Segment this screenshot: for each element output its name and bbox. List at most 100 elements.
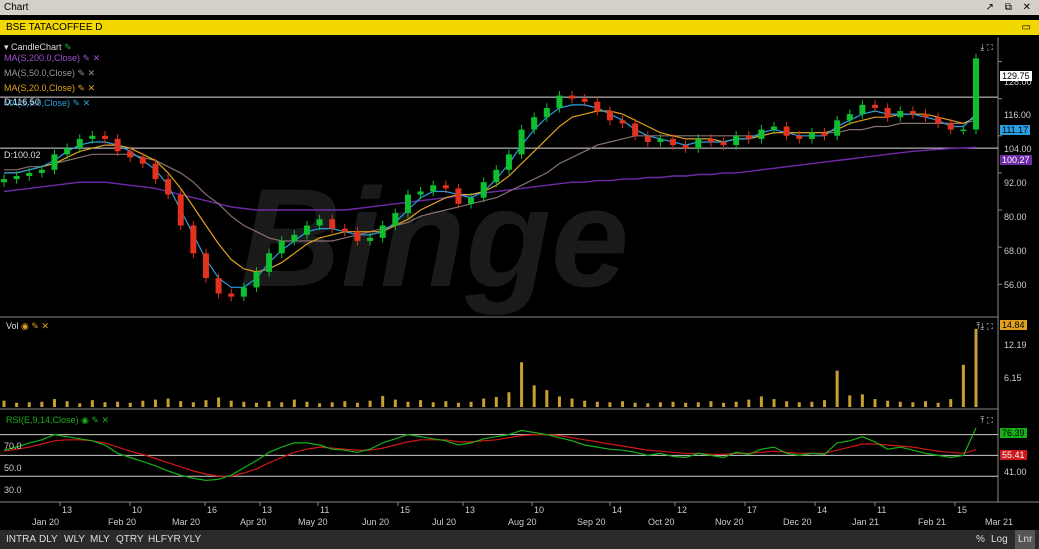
- close-icon[interactable]: ✕: [1023, 2, 1035, 13]
- candle-body: [266, 253, 273, 272]
- candle-body: [821, 132, 828, 136]
- legend-candle[interactable]: ▾ CandleChart ✎: [4, 42, 72, 53]
- log-toggle[interactable]: Log: [991, 530, 1008, 549]
- restore-icon[interactable]: ⧉: [1005, 2, 1016, 13]
- legend-ma20[interactable]: MA(S,20.0,Close) ✎ ✕: [4, 83, 95, 94]
- candle-body: [190, 225, 197, 254]
- timeframe-yly[interactable]: YLY: [183, 530, 201, 549]
- legend-rsi[interactable]: RSI(E,9,14,Close) ◉ ✎ ✕: [6, 415, 109, 426]
- candle-body: [808, 132, 815, 139]
- pencil-icon[interactable]: ✎: [83, 53, 91, 63]
- symbol-title: BSE TATACOFFEE D: [6, 22, 103, 33]
- x-day-label: 10: [132, 505, 142, 515]
- close-icon[interactable]: ✕: [41, 321, 49, 331]
- candle-body: [51, 154, 58, 170]
- chart-svg[interactable]: 13 10 16 13 11 15 13 10 14 12 17 14 11 15 Jan 20 Feb 20…: [0, 37, 1039, 528]
- pencil-icon[interactable]: ✎: [78, 83, 86, 93]
- x-day-label: 17: [747, 505, 757, 515]
- volume-bar: [848, 395, 852, 407]
- x-day-label: 13: [262, 505, 272, 515]
- timeframe-qtry[interactable]: QTRY: [116, 530, 144, 549]
- eye-icon[interactable]: ◉: [81, 415, 89, 425]
- percent-toggle[interactable]: %: [976, 530, 985, 549]
- linear-toggle[interactable]: Lnr: [1015, 530, 1036, 549]
- expand-icon[interactable]: ⛶: [987, 42, 993, 52]
- legend-candle-label: CandleChart: [11, 42, 62, 52]
- candle-body: [127, 151, 134, 158]
- legend-ma50[interactable]: MA(S,50.0,Close) ✎ ✕: [4, 68, 95, 79]
- pencil-icon[interactable]: ✎: [91, 415, 99, 425]
- volume-bar: [355, 402, 359, 407]
- candle-body: [480, 182, 487, 198]
- volume-bar: [570, 398, 574, 407]
- x-month-label: Feb 20: [108, 517, 136, 527]
- rsi-line: [3, 427, 977, 482]
- ma200-line: [3, 146, 977, 211]
- x-month-label: Aug 20: [508, 517, 537, 527]
- x-day-label: 16: [207, 505, 217, 515]
- volume-bar: [166, 398, 170, 407]
- candle-body: [114, 138, 121, 152]
- volume-bar: [583, 400, 587, 407]
- candle-body: [922, 114, 929, 118]
- volume-bar: [532, 385, 536, 407]
- candle-body: [846, 114, 853, 121]
- timeframe-hlfyr[interactable]: HLFYR: [148, 530, 181, 549]
- candle-body: [619, 120, 626, 124]
- timeframe-mly[interactable]: MLY: [90, 530, 110, 549]
- legend-rsi-label: RSI(E,9,14,Close): [6, 415, 79, 425]
- timeframe-dly[interactable]: DLY: [39, 530, 58, 549]
- close-icon[interactable]: ✕: [88, 68, 96, 78]
- x-month-label: Mar 21: [985, 517, 1013, 527]
- maximize-icon[interactable]: ▭: [1022, 20, 1031, 35]
- volume-bar: [961, 364, 965, 407]
- rsi-last-tag: 76.39: [1000, 428, 1027, 438]
- pencil-icon[interactable]: ✎: [73, 98, 81, 108]
- candle-body: [152, 163, 159, 180]
- candle-body: [442, 185, 449, 189]
- timeframe-intra[interactable]: INTRA: [6, 530, 36, 549]
- close-icon[interactable]: ✕: [88, 83, 96, 93]
- close-icon[interactable]: ✕: [83, 98, 91, 108]
- close-icon[interactable]: ✕: [93, 53, 101, 63]
- candle-body: [291, 234, 298, 241]
- volume-bar: [608, 402, 612, 407]
- arrow-down-icon[interactable]: ⤓: [980, 321, 984, 331]
- x-month-label: Mar 20: [172, 517, 200, 527]
- legend-ma200[interactable]: MA(S,200.0,Close) ✎ ✕: [4, 53, 100, 64]
- price-tick: 56.00: [1004, 280, 1027, 290]
- expand-icon[interactable]: ⛶: [987, 321, 993, 331]
- chart-area[interactable]: Binge 13 10 16 13 11 15 13 10 14 12 17 14 11 15 Jan 20…: [0, 37, 1039, 528]
- x-day-label: 11: [320, 505, 329, 515]
- volume-bar: [860, 394, 864, 407]
- candle-body: [733, 135, 740, 146]
- candle-body: [13, 176, 20, 180]
- arrow-down-icon[interactable]: ⤓: [980, 42, 984, 52]
- x-day-label: 11: [877, 505, 886, 515]
- volume-bar: [141, 400, 145, 407]
- volume-bar: [2, 400, 6, 407]
- rsi-panel-icons: ⤒ ⛶: [980, 415, 993, 426]
- pencil-icon[interactable]: ✎: [31, 321, 39, 331]
- candle-body: [240, 287, 247, 297]
- pencil-icon[interactable]: ✎: [64, 42, 72, 52]
- legend-ma50-label: MA(S,50.0,Close): [4, 68, 76, 78]
- volume-bar: [27, 402, 31, 407]
- legend-vol[interactable]: Vol ◉ ✎ ✕: [6, 321, 49, 332]
- expand-icon[interactable]: ⛶: [987, 415, 993, 425]
- eye-icon[interactable]: ◉: [21, 321, 29, 331]
- candle-body: [960, 129, 967, 132]
- legend-vol-label: Vol: [6, 321, 19, 331]
- popout-icon[interactable]: ↗: [986, 2, 998, 13]
- close-icon[interactable]: ✕: [101, 415, 109, 425]
- candle-body: [834, 120, 841, 136]
- volume-bar: [507, 392, 511, 407]
- volume-bar: [318, 403, 322, 407]
- candle-body: [909, 111, 916, 115]
- timeframe-wly[interactable]: WLY: [64, 530, 85, 549]
- arrow-up-icon[interactable]: ⤒: [980, 415, 984, 425]
- x-month-label: Apr 20: [240, 517, 267, 527]
- pencil-icon[interactable]: ✎: [78, 68, 86, 78]
- candle-body: [897, 111, 904, 118]
- volume-bar: [444, 401, 448, 407]
